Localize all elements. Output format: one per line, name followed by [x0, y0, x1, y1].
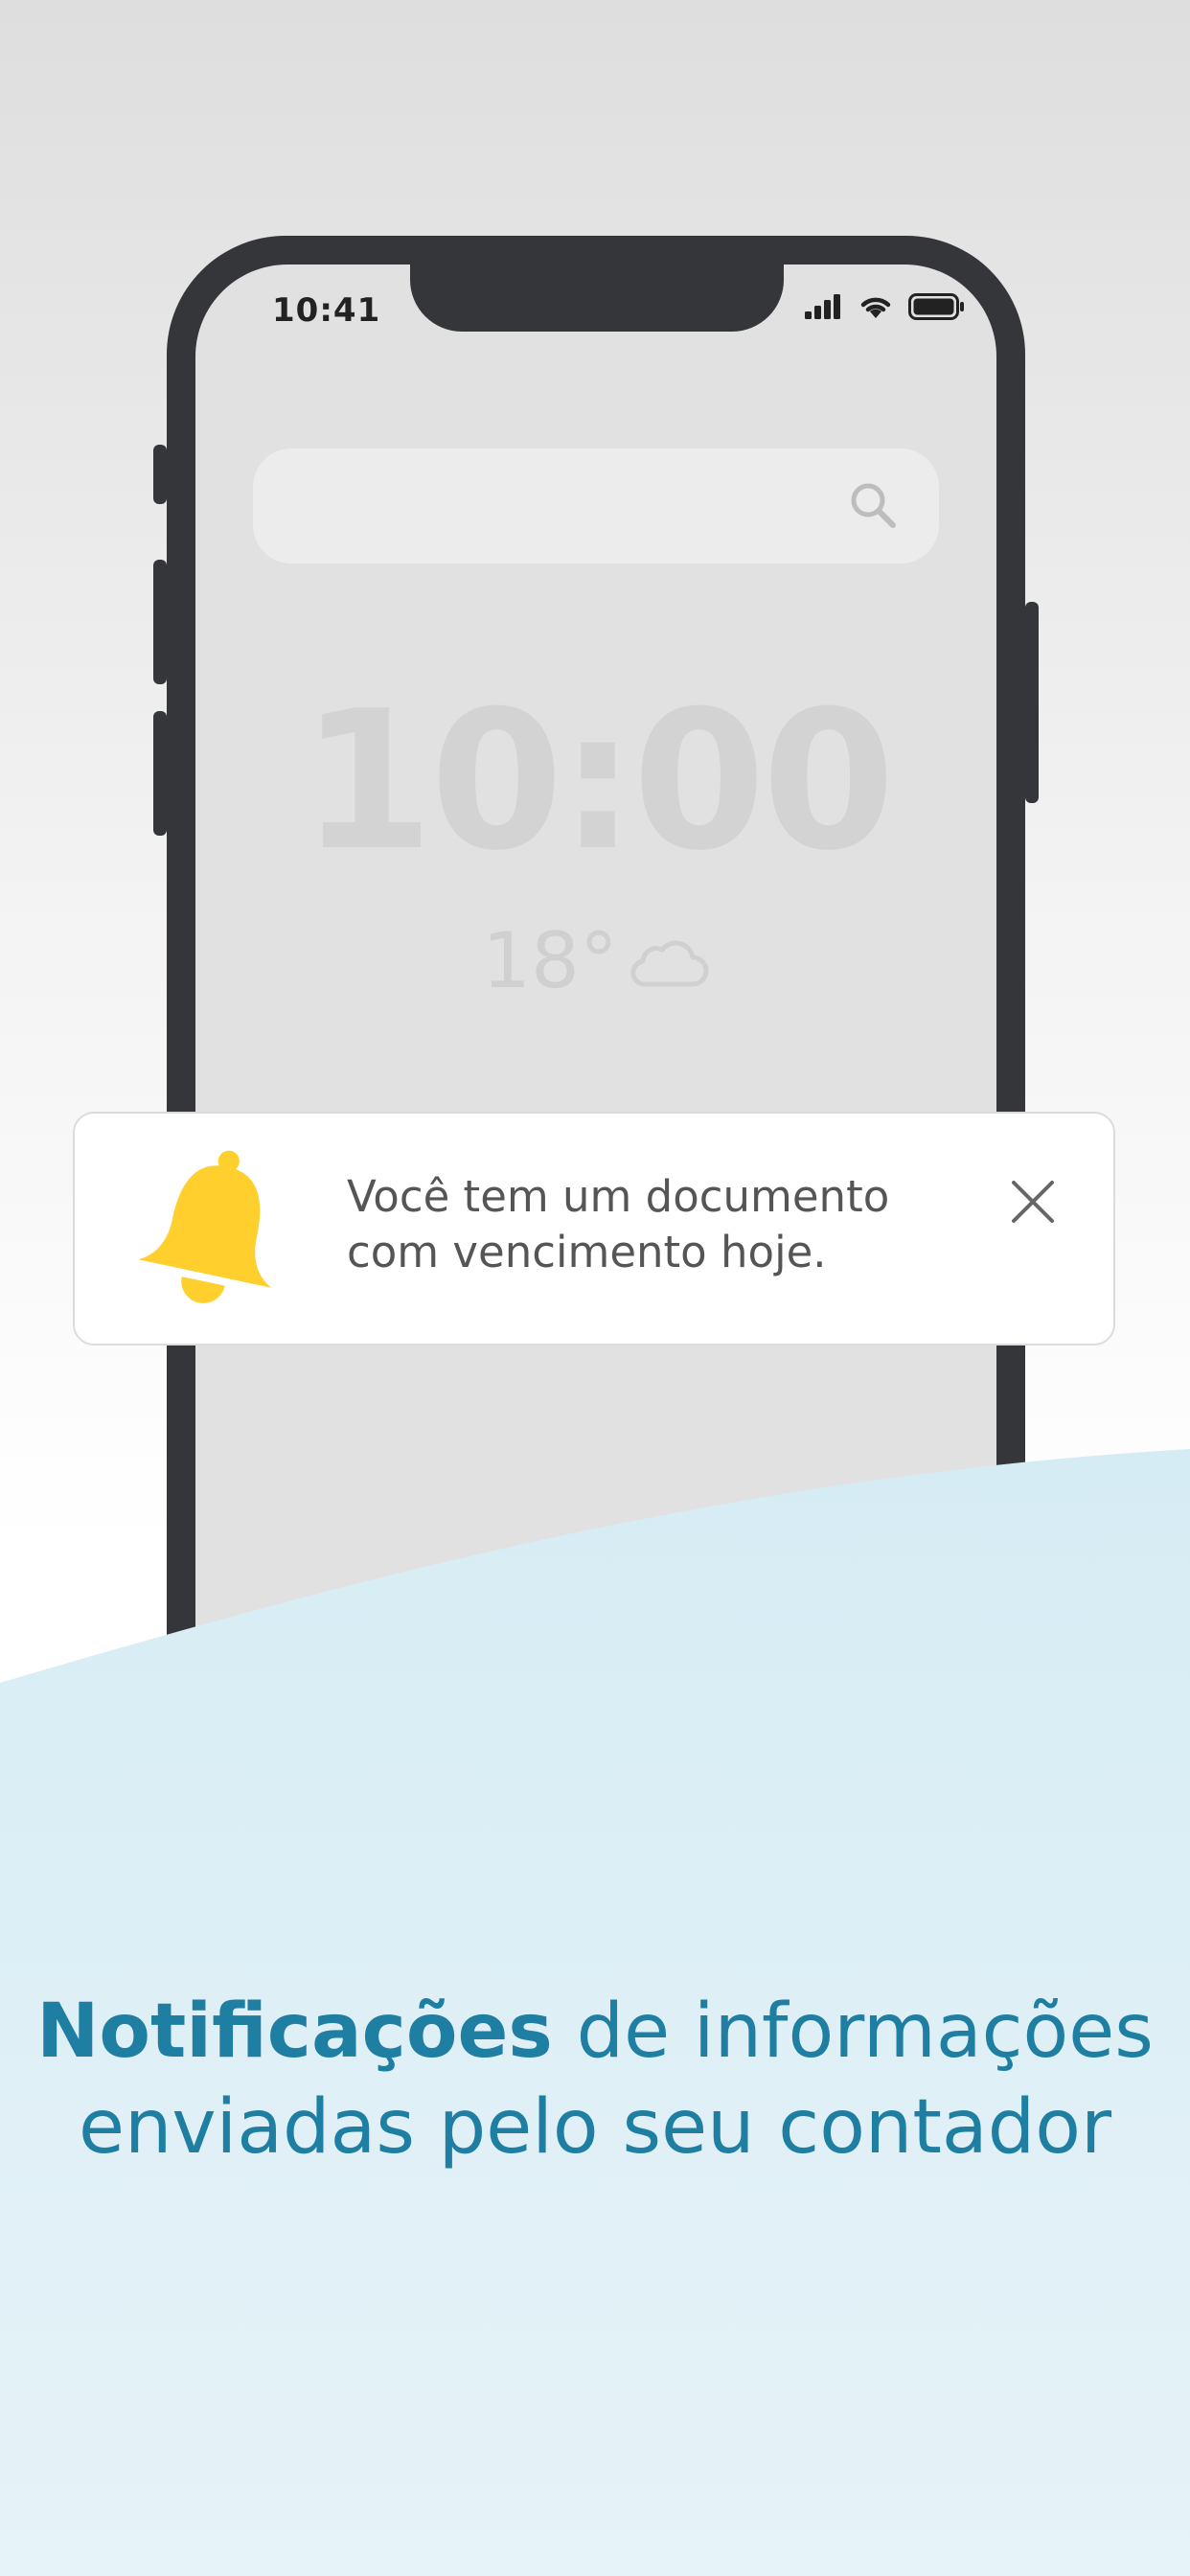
temperature: 18° — [482, 916, 618, 1005]
notch — [410, 264, 784, 332]
caption-bold: Notificações — [36, 1989, 553, 2075]
notification-message: Você tem um documento com vencimento hoj… — [347, 1169, 960, 1280]
power-button — [1025, 602, 1039, 803]
battery-icon — [908, 293, 964, 320]
notification-line-1: Você tem um documento — [347, 1171, 890, 1222]
caption-line-2: enviadas pelo seu contador — [78, 2084, 1112, 2171]
caption-line-1: Notificações de informações — [0, 1984, 1190, 2080]
bell-icon — [138, 1150, 272, 1303]
weather-widget: 18° — [195, 916, 996, 1005]
caption: Notificações de informações enviadas pel… — [0, 1984, 1190, 2175]
close-icon[interactable] — [1006, 1175, 1060, 1229]
notification-card[interactable]: Você tem um documento com vencimento hoj… — [73, 1112, 1115, 1346]
cloud-icon — [630, 940, 709, 987]
volume-up-button — [153, 560, 167, 684]
wifi-icon — [860, 297, 891, 318]
status-icons — [805, 293, 966, 320]
search-icon — [851, 483, 896, 528]
signal-icon — [805, 294, 840, 319]
notification-line-2: com vencimento hoje. — [347, 1227, 827, 1277]
volume-down-button — [153, 711, 167, 836]
status-time: 10:41 — [272, 291, 381, 330]
search-bar[interactable] — [253, 448, 939, 564]
caption-rest: de informações — [552, 1989, 1154, 2075]
mute-switch — [153, 445, 167, 504]
lockscreen-clock: 10:00 — [300, 670, 896, 893]
